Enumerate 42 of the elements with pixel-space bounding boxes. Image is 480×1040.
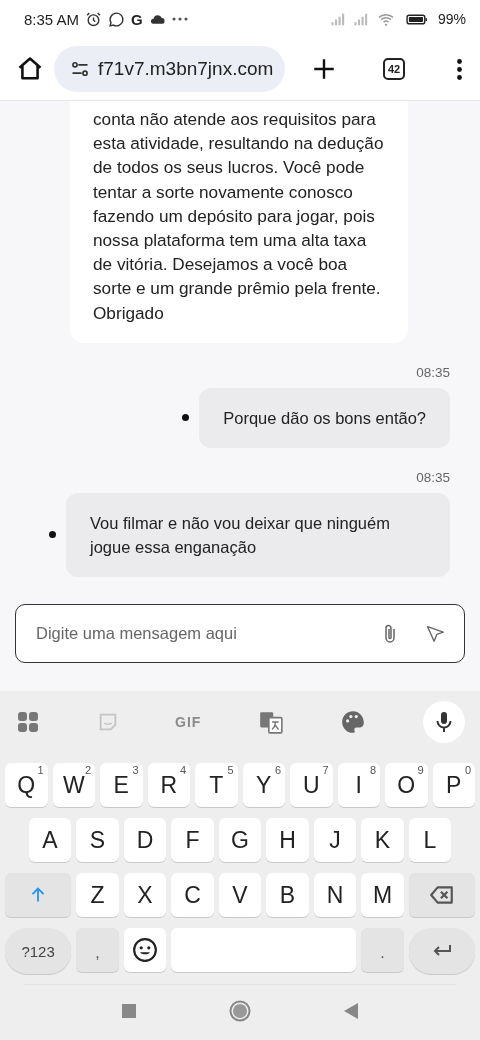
keyboard-key[interactable]: B [266,873,309,917]
keyboard-key[interactable]: N [313,873,357,917]
keyboard-key[interactable]: X [123,873,167,917]
keyboard-key[interactable]: H [266,818,309,862]
keyboard-key[interactable]: , [76,928,119,972]
key-hint: 8 [369,764,376,776]
message-bubble: conta não atende aos requisitos para esta atividade, resultando na dedução de todos os seus lucros. Você pode tentar a sorte novamente conosco fazendo um depósito para jogar, pois nossa plataforma tem uma alta taxa de vitória. Desejamos a você boa sorte e um grande prêmio pela frente. Obrigado [70,101,408,343]
keyboard-key[interactable]: D [123,818,167,862]
battery-percent: 99% [437,11,466,27]
tab-count-button[interactable]: 42 [383,58,405,80]
keyboard-key[interactable]: K [361,818,404,862]
keyboard-key[interactable]: S [76,818,119,862]
keyboard-key[interactable]: Z [76,873,119,917]
key-hint: 5 [227,764,234,776]
key-hint: 1 [37,764,44,776]
key-hint: 7 [322,764,329,776]
message-bubble: Vou filmar e não vou deixar que ninguém jogue essa enganação [66,492,450,577]
key-hint: 9 [417,764,424,776]
message-time: 08:35 [416,364,450,380]
keyboard-key[interactable]: J [313,818,357,862]
keyboard-key[interactable]: L [408,818,452,862]
message-bubble: Porque dão os bons então? [199,387,450,448]
symbols-key[interactable]: ?123 [5,928,72,974]
key-hint: 3 [132,764,139,776]
status-time: 8:35 AM [24,10,80,28]
key-hint: 6 [274,764,281,776]
keyboard-key[interactable]: C [171,873,214,917]
key-hint: 4 [179,764,186,776]
key-hint: 2 [84,764,91,776]
url-text: f71v7.m3bn7jnx.com [98,58,274,80]
keyboard-key[interactable]: M [361,873,404,917]
app-letter: G [131,10,143,28]
keyboard-key[interactable]: G [218,818,262,862]
message-input[interactable]: Digite uma mensagem aqui [36,624,356,643]
keyboard-key[interactable]: V [218,873,262,917]
keyboard-key[interactable]: F [171,818,214,862]
keyboard-key[interactable]: I 8 [337,763,380,807]
keyboard-key[interactable]: . [361,928,404,972]
message-time: 08:35 [416,469,450,485]
keyboard-key[interactable]: A [28,818,72,862]
address-bar[interactable]: f71v7.m3bn7jnx.com [54,46,286,92]
key-hint: 0 [464,764,471,776]
